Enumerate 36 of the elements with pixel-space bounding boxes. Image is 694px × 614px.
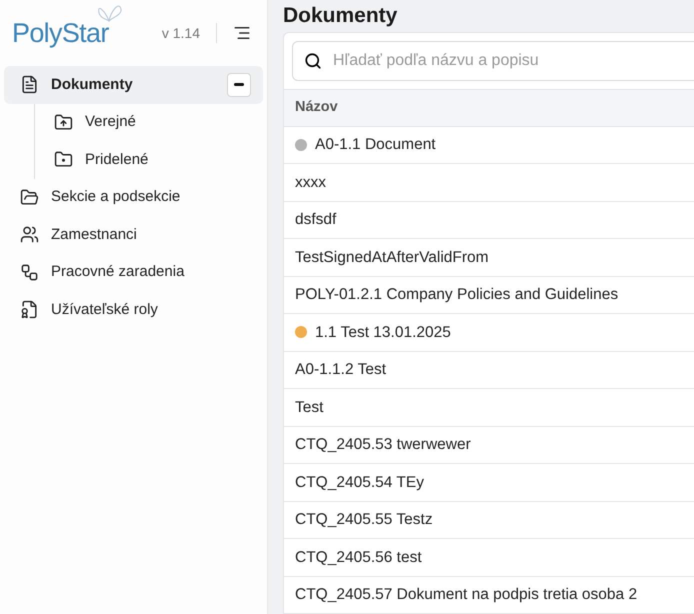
document-icon [20,75,39,94]
nav-item[interactable]: Sekcie a podsekcie [4,178,263,216]
folder-icon [20,188,39,207]
table-cell[interactable]: A0-1.1 Document [315,133,436,156]
column-header[interactable]: Názov [295,96,338,118]
menu-icon[interactable] [233,24,251,42]
file-badge-icon [20,300,39,320]
nav-item[interactable]: Užívateľské roly [4,291,263,328]
search-icon [304,52,322,70]
page-title: Dokumenty [283,3,398,29]
table-cell[interactable]: CTQ_2405.56 test [295,546,422,569]
nav-item[interactable]: Pridelené [4,141,263,178]
folder-arrow-icon [54,112,73,132]
nav-item[interactable]: Zamestnanci [4,216,263,254]
table-cell[interactable]: TestSignedAtAfterValidFrom [295,246,489,269]
version-label: v 1.14 [162,24,200,42]
nav-item[interactable]: Verejné [4,104,263,141]
nav-item[interactable]: Dokumenty [4,66,263,104]
table-cell[interactable]: xxxx [295,170,326,194]
search-field[interactable]: Hľadať podľa názvu a popisu [292,40,694,80]
table-cell[interactable]: A0-1.1.2 Test [295,358,386,382]
hierarchy-icon [20,262,39,282]
table-cell[interactable]: CTQ_2405.53 twerwewer [295,433,471,456]
collapse-toggle[interactable] [227,72,251,97]
folder-icon [54,150,73,170]
table-cell[interactable]: CTQ_2405.57 Dokument na podpis tretia osoba 2 [295,583,638,606]
logo: PolyStar [12,12,109,54]
table-cell[interactable]: POLY-01.2.1 Company Policies and Guidelines [295,283,618,306]
table-cell[interactable]: dsfsdf [295,208,336,232]
table-cell[interactable]: CTQ_2405.55 Testz [295,508,433,532]
table-cell[interactable]: Test [295,396,324,419]
minus-icon [234,83,244,86]
table-cell[interactable]: CTQ_2405.54 TEy [295,470,424,494]
users-icon [20,225,39,244]
nav-item[interactable]: Pracovné zaradenia [4,254,263,291]
table-cell[interactable]: 1.1 Test 13.01.2025 [315,320,451,344]
